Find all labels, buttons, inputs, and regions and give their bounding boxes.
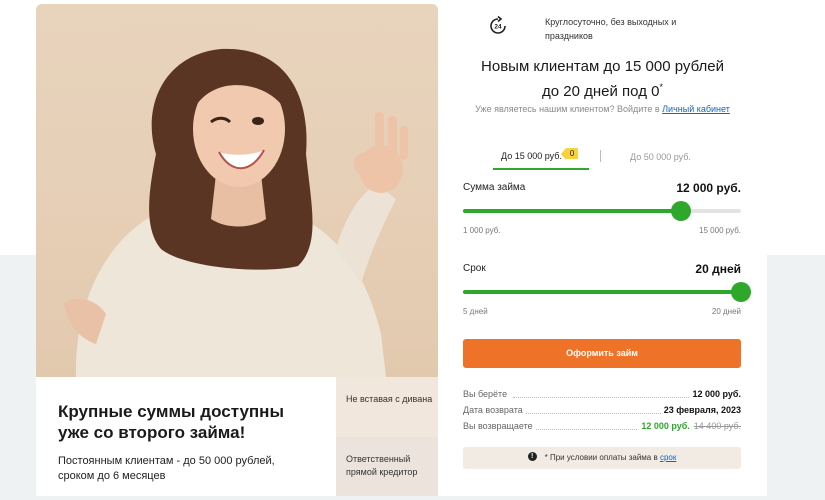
term-value: 20 дней — [695, 262, 741, 276]
summary-row: Дата возврата 23 февраля, 2023 — [463, 403, 741, 419]
summary-value: 23 февраля, 2023 — [660, 405, 741, 415]
promo-card: Крупные суммы доступны уже со второго за… — [36, 4, 438, 496]
info-icon: ! — [527, 452, 537, 462]
summary-value: 12 000 руб. 14 400 руб. — [638, 421, 741, 431]
payment-condition-note: ! * При условии оплаты займа в срок — [463, 447, 741, 469]
loan-summary: Вы берёте 12 000 руб. Дата возврата 23 ф… — [463, 387, 741, 435]
tab-50000[interactable]: До 50 000 руб. — [630, 148, 691, 170]
repay-amount: 12 000 руб. — [641, 421, 690, 431]
summary-key: Дата возврата — [463, 405, 526, 415]
summary-value: 12 000 руб. — [689, 389, 741, 399]
svg-text:24: 24 — [494, 24, 502, 31]
promo-description: Постоянным клиентам - до 50 000 рублей, … — [58, 455, 275, 482]
term-slider-thumb[interactable] — [731, 282, 751, 302]
hours-text: Круглосуточно, без выходных и праздников — [545, 17, 677, 41]
term-fill — [463, 290, 741, 294]
amount-track[interactable] — [463, 201, 741, 221]
headline: Новым клиентам до 15 000 рублей до 20 дн… — [438, 56, 767, 102]
apply-loan-button[interactable]: Оформить займ — [463, 339, 741, 368]
term-track[interactable] — [463, 282, 751, 302]
summary-key: Вы берёте — [463, 389, 511, 399]
side-note-lender: Ответственный прямой кредитор — [336, 437, 438, 496]
24-hours-icon: 24 — [490, 15, 506, 34]
side-note-sofa: Не вставая с дивана — [336, 377, 438, 437]
amount-tabs: До 15 000 руб. 0 До 50 000 руб. — [438, 148, 767, 170]
term-link[interactable]: срок — [660, 453, 676, 462]
headline-line-2: до 20 дней под 0* — [542, 82, 663, 100]
summary-row: Вы возвращаете 12 000 руб. 14 400 руб. — [463, 419, 741, 435]
amount-min: 1 000 руб. — [463, 226, 501, 235]
promo-text-block: Крупные суммы доступны уже со второго за… — [36, 377, 336, 496]
promo-title: Крупные суммы доступны уже со второго за… — [58, 402, 284, 442]
term-min: 5 дней — [463, 307, 488, 316]
amount-slider-thumb[interactable] — [671, 201, 692, 221]
tab-divider — [600, 150, 601, 162]
summary-row: Вы берёте 12 000 руб. — [463, 387, 741, 403]
side-notes: Не вставая с дивана Ответственный прямой… — [336, 377, 438, 496]
term-label: Срок — [463, 263, 486, 274]
amount-max: 15 000 руб. — [699, 226, 741, 235]
woman-photo — [36, 4, 438, 377]
tab-15000[interactable]: До 15 000 руб. 0 — [493, 148, 589, 170]
headline-line-1: Новым клиентам до 15 000 рублей — [481, 58, 724, 75]
amount-label: Сумма займа — [463, 182, 526, 193]
loan-calculator-panel: 24 Круглосуточно, без выходных и праздни… — [438, 0, 767, 496]
amount-fill — [463, 209, 682, 213]
tab-badge: 0 — [560, 148, 579, 160]
amount-value: 12 000 руб. — [676, 181, 741, 195]
term-max: 20 дней — [711, 307, 741, 316]
repay-old-amount: 14 400 руб. — [693, 421, 741, 431]
existing-client-prompt: Уже являетесь нашим клиентом? Войдите в … — [475, 104, 730, 114]
woman-illustration — [64, 48, 408, 377]
personal-cabinet-link[interactable]: Личный кабинет — [662, 104, 730, 114]
summary-key: Вы возвращаете — [463, 421, 536, 431]
